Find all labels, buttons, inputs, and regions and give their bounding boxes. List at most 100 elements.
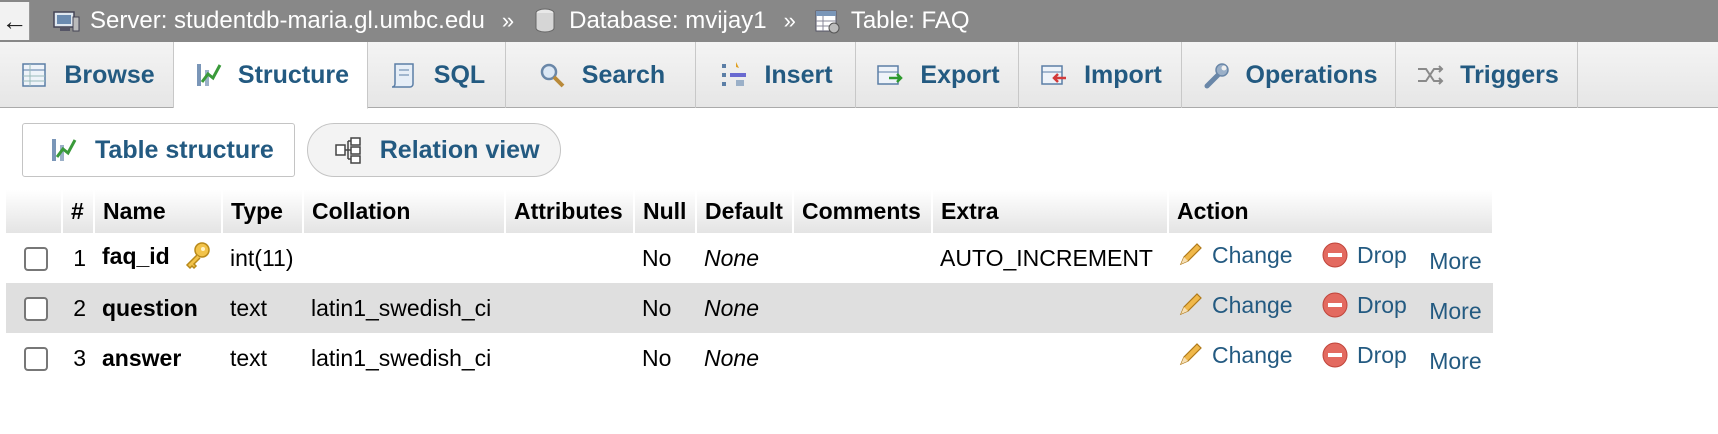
pencil-icon [1176,291,1204,319]
more-dropdown[interactable]: More [1429,298,1481,325]
column-attributes [505,283,634,333]
subtab-relation-view[interactable]: Relation view [306,123,561,177]
browse-icon [18,59,50,91]
more-dropdown[interactable]: More [1429,248,1481,275]
drop-link[interactable]: Drop [1321,341,1407,369]
breadcrumb-database-label: Database: mvijay1 [569,7,767,34]
change-link[interactable]: Change [1176,241,1293,269]
row-number: 3 [62,333,94,383]
subtab-bar: Table structure Relation view [22,123,561,177]
row-checkbox[interactable] [24,347,48,372]
insert-icon [718,59,750,91]
column-attributes [505,333,634,383]
drop-icon [1321,241,1349,269]
import-icon [1038,59,1070,91]
header-num: # [62,190,95,233]
tab-insert[interactable]: Insert [696,42,856,108]
tab-triggers[interactable]: Triggers [1396,42,1578,108]
row-actions: Change Drop More [1168,283,1493,333]
structure-icon [47,134,79,166]
change-link[interactable]: Change [1176,341,1293,369]
breadcrumb: ← Server: studentdb-maria.gl.umbc.edu » … [0,0,1718,42]
breadcrumb-server-label: Server: studentdb-maria.gl.umbc.edu [90,7,485,34]
structure-icon [192,59,224,91]
main-tabs: Browse Structure SQL Search Insert Expor… [0,42,1718,109]
header-checkbox-col [6,190,63,233]
row-number: 2 [62,283,94,333]
table-row: 1 faq_id int(11) No None AUTO_INCREMENT … [6,233,1493,283]
tab-structure-label: Structure [237,60,350,89]
drop-icon [1321,291,1349,319]
row-checkbox[interactable] [24,297,48,322]
header-collation: Collation [303,190,506,233]
header-type: Type [222,190,304,233]
database-icon [531,8,559,33]
tab-export[interactable]: Export [856,42,1019,108]
subtab-table-structure[interactable]: Table structure [22,123,295,177]
column-comments [793,283,932,333]
drop-label: Drop [1356,291,1407,318]
drop-link[interactable]: Drop [1321,241,1407,269]
tab-import-label: Import [1084,60,1162,89]
tab-browse[interactable]: Browse [0,42,174,108]
column-default: None [696,233,793,283]
header-attributes: Attributes [505,190,635,233]
tab-export-label: Export [920,60,1000,89]
pencil-icon [1176,341,1204,369]
tab-search-label: Search [581,60,666,89]
drop-icon [1321,341,1349,369]
column-name-cell: faq_id [94,233,222,283]
server-icon [52,9,80,33]
row-actions: Change Drop More [1168,333,1493,383]
column-comments [793,333,932,383]
row-actions: Change Drop More [1168,233,1493,283]
tab-insert-label: Insert [764,60,833,89]
tab-browse-label: Browse [64,60,155,89]
drop-label: Drop [1356,341,1407,368]
sql-icon [388,59,420,91]
breadcrumb-table[interactable]: Table: FAQ [813,0,970,42]
subtab-relation-view-label: Relation view [379,135,540,164]
drop-link[interactable]: Drop [1321,291,1407,319]
header-action: Action [1168,190,1494,233]
table-icon [813,9,841,34]
column-collation [303,233,505,283]
subtab-table-structure-label: Table structure [95,135,274,164]
row-checkbox[interactable] [24,247,48,272]
column-null: No [634,333,696,383]
column-extra [932,283,1168,333]
column-null: No [634,233,696,283]
change-label: Change [1212,241,1293,268]
tab-operations-label: Operations [1245,60,1378,89]
header-name[interactable]: Name [94,190,223,233]
breadcrumb-server[interactable]: Server: studentdb-maria.gl.umbc.edu [52,0,485,42]
header-extra: Extra [932,190,1169,233]
tab-search[interactable]: Search [506,42,696,108]
table-header-row: # Name Type Collation Attributes Null De… [6,190,1494,233]
triggers-icon [1414,59,1446,91]
column-attributes [505,233,634,283]
drop-label: Drop [1356,241,1407,268]
change-label: Change [1212,341,1293,368]
change-label: Change [1212,291,1293,318]
primary-key-icon [182,240,212,276]
relation-icon [332,134,364,166]
breadcrumb-database[interactable]: Database: mvijay1 [531,0,767,42]
breadcrumb-separator: » [783,8,796,33]
header-comments: Comments [793,190,933,233]
column-extra: AUTO_INCREMENT [932,233,1168,283]
row-number: 1 [62,233,94,283]
more-dropdown[interactable]: More [1429,348,1481,375]
tab-sql[interactable]: SQL [368,42,506,108]
change-link[interactable]: Change [1176,291,1293,319]
column-name: question [102,294,198,321]
breadcrumb-table-label: Table: FAQ [850,7,970,34]
tab-structure[interactable]: Structure [174,42,368,109]
column-comments [793,233,932,283]
export-icon [874,59,906,91]
tab-import[interactable]: Import [1019,42,1182,108]
column-name-cell: answer [94,333,222,383]
tab-operations[interactable]: Operations [1182,42,1396,108]
back-arrow-button[interactable]: ← [0,2,30,40]
column-default: None [696,333,793,383]
